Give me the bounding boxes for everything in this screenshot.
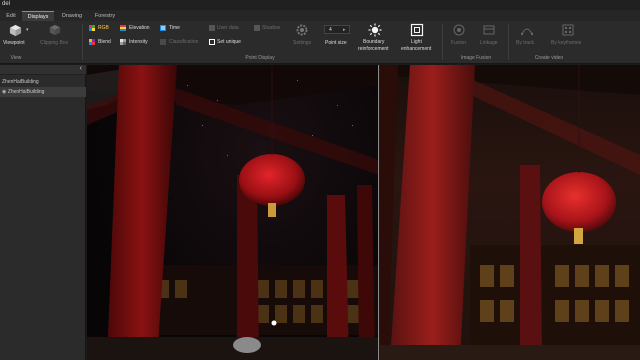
eye-icon[interactable]: ◉	[2, 89, 6, 95]
tree-item-label: ZhenHaiBuilding	[7, 89, 45, 95]
point-size-stepper-icon[interactable]: ▸	[343, 27, 346, 33]
time-label: Time	[169, 25, 180, 31]
tree-item-label: ZhenHaiBuilding	[2, 79, 39, 85]
point-size-input[interactable]: 4 ▸	[324, 25, 350, 34]
light-label-line2: enhancement	[401, 46, 432, 52]
by-track-button[interactable]: By track	[512, 23, 542, 49]
intensity-icon	[120, 39, 126, 45]
menu-bar: Edit Displays Drawing Forestry	[0, 10, 640, 21]
ribbon-separator	[508, 24, 509, 60]
shadow-mode-button[interactable]: Shadow	[254, 24, 286, 32]
blend-icon	[89, 39, 95, 45]
viewpoint-label: Viewpoint	[3, 40, 25, 46]
cube-icon	[9, 24, 22, 37]
rgb-mode-button[interactable]: RGB	[89, 24, 117, 32]
blend-label: Blend	[98, 39, 111, 45]
clipping-box-icon	[49, 24, 61, 36]
point-size-value: 4	[329, 27, 332, 33]
linkage-label: Linkage	[480, 40, 498, 46]
time-mode-button[interactable]: Time	[160, 24, 186, 32]
collapse-panel-icon[interactable]: ‹	[80, 65, 82, 72]
elevation-icon	[120, 25, 126, 31]
linkage-button[interactable]: Linkage	[476, 23, 502, 49]
classification-icon	[160, 39, 166, 45]
tab-forestry[interactable]: Forestry	[89, 11, 121, 21]
elevation-mode-button[interactable]: Elevation	[120, 24, 156, 32]
viewpoint-dropdown-icon[interactable]: ▾	[26, 27, 29, 33]
point-cloud-render	[87, 65, 378, 360]
sun-icon	[368, 23, 382, 37]
light-enhancement-button[interactable]: Light enhancement	[398, 23, 436, 53]
set-unique-icon	[209, 39, 215, 45]
window-title: del	[2, 1, 11, 7]
boundary-label-line1: Boundary	[363, 39, 385, 45]
track-icon	[521, 28, 533, 36]
by-keyframes-button[interactable]: By keyframes	[548, 23, 588, 49]
fusion-icon	[453, 24, 465, 36]
tree-item[interactable]: ◉ ZhenHaiBuilding	[0, 87, 86, 97]
scene-tree-panel: ‹ ZhenHaiBuilding ◉ ZhenHaiBuilding	[0, 65, 86, 360]
tab-displays[interactable]: Displays	[22, 11, 54, 21]
tree-item[interactable]: ZhenHaiBuilding	[0, 77, 86, 87]
intensity-mode-button[interactable]: Intensity	[120, 38, 156, 46]
shadow-label: Shadow	[262, 25, 281, 31]
ribbon-separator	[442, 24, 443, 60]
user-data-label: User data	[217, 25, 239, 31]
clipping-box-label: Clipping Box	[40, 40, 69, 46]
photo-render	[380, 65, 640, 360]
light-label-line1: Light	[411, 39, 422, 45]
light-enhancement-icon	[410, 23, 424, 37]
intensity-label: Intensity	[129, 39, 148, 45]
user-data-icon	[209, 25, 215, 31]
by-keyframes-label: By keyframes	[551, 40, 582, 46]
fusion-button[interactable]: Fusion	[448, 23, 470, 49]
time-icon	[160, 25, 166, 31]
set-unique-button[interactable]: Set unique	[209, 38, 249, 46]
group-label-image-fusion: Image Fusion	[460, 55, 492, 61]
tab-drawing[interactable]: Drawing	[56, 11, 88, 21]
clipping-box-button[interactable]: Clipping Box	[38, 23, 72, 49]
group-label-point-display: Point Display	[245, 55, 275, 61]
group-label-create-video: Create video	[534, 55, 564, 61]
blend-mode-button[interactable]: Blend	[89, 38, 119, 46]
user-data-mode-button[interactable]: User data	[209, 24, 247, 32]
settings-button[interactable]: Settings	[290, 23, 314, 49]
by-track-label: By track	[516, 40, 535, 46]
elevation-label: Elevation	[129, 25, 150, 31]
boundary-label-line2: reinforcement	[358, 46, 389, 52]
classification-label: Classification	[169, 39, 199, 45]
fusion-label: Fusion	[451, 40, 467, 46]
panel-header: ‹	[0, 65, 86, 75]
rgb-label: RGB	[98, 25, 109, 31]
boundary-reinforcement-button[interactable]: Boundary reinforcement	[355, 23, 395, 53]
point-cloud-viewport[interactable]	[87, 65, 379, 360]
gear-icon	[296, 24, 308, 36]
linkage-icon	[483, 25, 495, 35]
ribbon-toolbar: Viewpoint ▾ Clipping Box View RGB Elevat…	[0, 21, 640, 64]
rgb-icon	[89, 25, 95, 31]
point-size-label: Point size	[325, 40, 347, 46]
tab-edit[interactable]: Edit	[0, 11, 22, 21]
keyframes-icon	[562, 24, 574, 36]
shadow-icon	[254, 25, 260, 31]
image-viewport[interactable]	[380, 65, 640, 360]
group-label-view: View	[10, 55, 22, 61]
classification-mode-button[interactable]: Classification	[160, 38, 206, 46]
ribbon-separator	[82, 24, 83, 60]
title-bar: del	[0, 0, 640, 10]
settings-label: Settings	[293, 40, 312, 46]
set-unique-label: Set unique	[217, 39, 241, 45]
